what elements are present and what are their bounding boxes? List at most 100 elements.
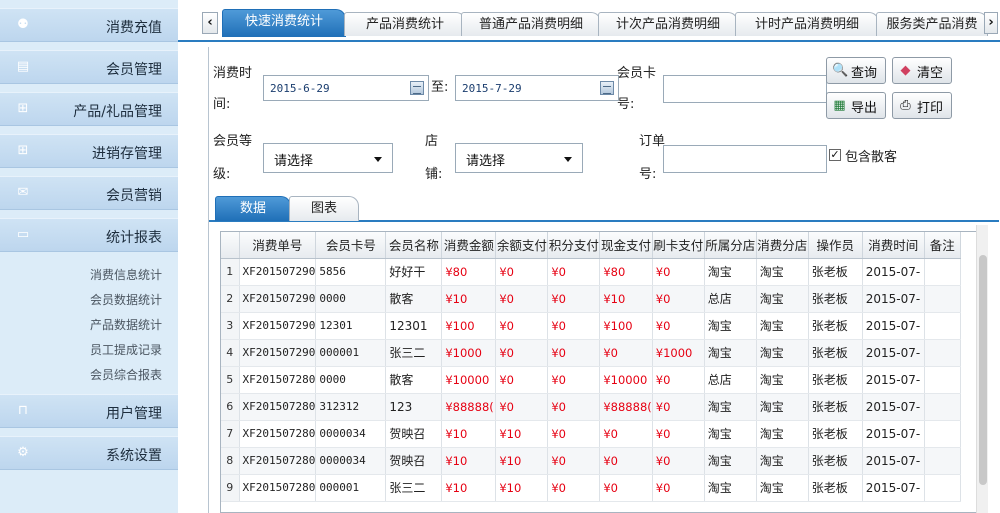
table-cell: 张老板 [808,474,863,502]
column-header[interactable]: 消费金额 [441,232,497,259]
query-button[interactable]: 🔍 查询 [826,57,886,84]
tab-data[interactable]: 数据 [215,196,291,221]
table-cell: 2015-07- [862,258,925,286]
table-row[interactable]: 2 XF201507290 0000 散客 ¥10 ¥0 ¥0 ¥10 ¥0 总店 淘宝 张老板 201… [221,285,961,313]
query-button-label: 查询 [851,66,878,81]
tab-scroll-left-button[interactable]: ‹ [202,12,218,34]
sidebar-item-member-marketing[interactable]: ✉ 会员营销 [0,176,178,210]
sub-item-staff-commission-records[interactable]: 员工提成记录 [90,341,162,358]
column-header[interactable]: 现金支付 [599,232,653,259]
sidebar-item-label: 会员营销 [106,188,162,204]
tab-product-consume-statistics[interactable]: 产品消费统计 [344,12,466,36]
calendar-icon[interactable] [600,81,614,95]
row-number-cell: 6 [221,393,240,421]
column-header[interactable]: 积分支付 [547,232,601,259]
table-cell: ¥0 [495,339,549,367]
column-header[interactable]: 会员名称 [385,232,443,259]
include-guest-checkbox[interactable]: ✓ [829,149,841,161]
member-level-select[interactable]: 请选择 [263,143,393,173]
sidebar-item-system-settings[interactable]: ⚙ 系统设置 [0,436,178,470]
tab-chart[interactable]: 图表 [289,196,359,221]
member-level-label-suffix: 级: [213,167,231,182]
column-header[interactable]: 备注 [924,232,961,259]
table-row[interactable]: 6 XF201507280 312312 123 ¥88888(¥0 ¥0 ¥88888(¥… [221,393,961,421]
tab-quick-consume-statistics[interactable]: 快速消费统计 [222,9,346,37]
start-date-field[interactable]: 2015-6-29 [263,75,429,101]
table-row[interactable]: 9 XF201507280 000001 张三二 ¥10 ¥10 ¥0 ¥0 ¥0 淘宝 淘宝 张老板… [221,474,961,502]
table-cell: ¥10 [441,447,497,475]
tab-scroll-right-button[interactable]: › [984,12,998,34]
date-range-to-label: 至: [431,80,449,95]
scrollbar-thumb[interactable] [979,255,987,485]
table-cell: 淘宝 [756,447,809,475]
table-cell: ¥0 [495,366,549,394]
table-header-row: 消费单号 会员卡号 会员名称 消费金额 余额支付 积分支付 现金支付 刷卡支付 … [221,232,961,259]
table-cell: 2015-07- [862,339,925,367]
end-date-field[interactable]: 2015-7-29 [455,75,619,101]
sidebar-item-inventory-management[interactable]: ⊞ 进销存管理 [0,134,178,168]
column-header[interactable]: 刷卡支付 [652,232,705,259]
user-icon: ⚉ [17,17,29,32]
table-row[interactable]: 3 XF201507290 12301 12301 ¥100 ¥0 ¥0 ¥100 ¥0 淘宝 淘宝… [221,312,961,340]
column-header[interactable]: 余额支付 [495,232,549,259]
column-header[interactable]: 会员卡号 [315,232,387,259]
print-button[interactable]: ⎙ 打印 [892,92,952,119]
tab-service-product-consume[interactable]: 服务类产品消费 [876,12,988,36]
row-number-cell: 7 [221,420,240,448]
gift-icon: ⊞ [17,143,29,158]
sidebar-item-statistics-reports[interactable]: ▭ 统计报表 [0,218,178,252]
export-button[interactable]: ▦ 导出 [826,92,886,119]
clear-button[interactable]: ◆ 清空 [892,57,952,84]
table-cell: ¥88888( [599,393,653,421]
sidebar-item-consume-recharge[interactable]: ⚉ 消费充值 [0,8,178,42]
table-row[interactable]: 1 XF201507290 5856 好好干 ¥80 ¥0 ¥0 ¥80 ¥0 淘宝 淘宝 张老板 20… [221,258,961,286]
table-cell: 张老板 [808,393,863,421]
shop-select[interactable]: 请选择 [455,143,583,173]
table-row[interactable]: 8 XF201507280 0000034 贺映召 ¥10 ¥10 ¥0 ¥0 ¥0 淘宝 淘宝 张老… [221,447,961,475]
clear-button-label: 清空 [917,66,944,81]
table-row[interactable]: 7 XF201507280 0000034 贺映召 ¥10 ¥10 ¥0 ¥0 ¥0 淘宝 淘宝 张老… [221,420,961,448]
row-number-cell: 5 [221,366,240,394]
sub-item-consume-info-statistics[interactable]: 消费信息统计 [90,266,162,283]
sidebar-item-member-management[interactable]: ▤ 会员管理 [0,50,178,84]
tab-time-product-consume-detail[interactable]: 计时产品消费明细 [735,12,879,36]
table-cell: 2015-07- [862,393,925,421]
tab-count-product-consume-detail[interactable]: 计次产品消费明细 [598,12,738,36]
chevron-down-icon [374,157,382,162]
sidebar-item-user-management[interactable]: ⊓ 用户管理 [0,394,178,428]
table-cell: 2015-07- [862,447,925,475]
sub-item-member-comprehensive-report[interactable]: 会员综合报表 [90,366,162,383]
table-cell: ¥10 [495,447,549,475]
order-number-input[interactable] [663,145,827,173]
table-cell [924,447,961,475]
table-row[interactable]: 5 XF201507280 0000 散客 ¥10000 ¥0 ¥0 ¥10000 ¥0 总店 淘宝… [221,366,961,394]
table-cell: ¥0 [652,420,705,448]
table-cell: XF201507280 [239,420,317,448]
sub-item-product-data-statistics[interactable]: 产品数据统计 [90,316,162,333]
table-cell: XF201507280 [239,474,317,502]
member-card-input[interactable] [663,75,827,103]
tab-normal-product-consume-detail[interactable]: 普通产品消费明细 [461,12,601,36]
column-header[interactable]: 消费单号 [239,232,317,259]
row-number-cell: 8 [221,447,240,475]
table-cell: ¥100 [441,312,497,340]
table-cell: ¥0 [652,393,705,421]
vertical-scrollbar[interactable] [976,225,988,513]
column-header[interactable]: 消费时间 [862,232,925,259]
table-cell: 张老板 [808,420,863,448]
table-cell: 12301 [315,312,387,340]
sub-item-member-data-statistics[interactable]: 会员数据统计 [90,291,162,308]
sidebar-item-product-gift-management[interactable]: ⊞ 产品/礼品管理 [0,92,178,126]
sidebar-item-label: 系统设置 [106,448,162,464]
order-number-label-suffix: 号: [639,167,657,182]
table-row[interactable]: 4 XF201507290 000001 张三二 ¥1000 ¥0 ¥0 ¥0 ¥1000 淘宝淘… [221,339,961,367]
calendar-icon[interactable] [410,81,424,95]
table-cell: ¥100 [599,312,653,340]
table-cell: 淘宝 [704,258,757,286]
column-header[interactable]: 所属分店 [704,232,757,259]
table-cell: ¥0 [652,285,705,313]
column-header[interactable]: 操作员 [808,232,863,259]
column-header[interactable]: 消费分店 [756,232,809,259]
table-cell: 淘宝 [704,420,757,448]
consume-records-grid: 消费单号 会员卡号 会员名称 消费金额 余额支付 积分支付 现金支付 刷卡支付 … [220,231,988,513]
